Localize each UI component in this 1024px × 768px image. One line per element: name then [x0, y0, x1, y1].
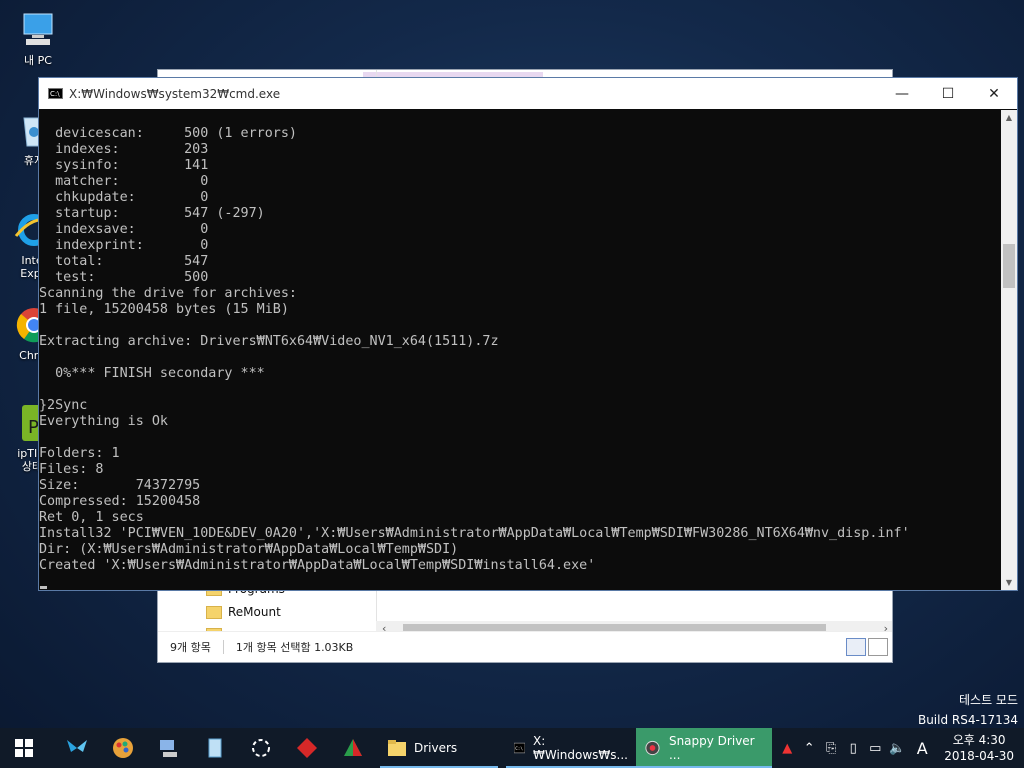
snappy-driver-icon — [645, 740, 660, 756]
console-line: test: 500 — [39, 270, 209, 285]
show-hidden-icons-icon[interactable]: ⌃ — [801, 741, 817, 756]
console-line: Extracting archive: Drivers₩NT6x64₩Video… — [39, 334, 499, 349]
cmd-icon: C:\ — [48, 88, 63, 99]
console-line: Dir: (X:₩Users₩Administrator₩AppData₩Loc… — [39, 542, 459, 557]
cmd-titlebar[interactable]: C:\ X:₩Windows₩system32₩cmd.exe — ☐ ✕ — [39, 78, 1017, 109]
console-line: Ret 0, 1 secs — [39, 510, 144, 525]
console-line: Folders: 1 — [39, 446, 120, 461]
window-title: X:₩Windows₩system32₩cmd.exe — [69, 86, 281, 101]
clock-time: 오후 4:30 — [952, 733, 1006, 747]
pinned-app-5[interactable] — [238, 728, 284, 768]
watermark-line1: 테스트 모드 — [958, 693, 1018, 707]
svg-text:C:\: C:\ — [515, 746, 523, 752]
nav-item-label: ReMount — [228, 605, 281, 619]
pinned-app-6[interactable] — [284, 728, 330, 768]
details-view-button[interactable] — [846, 638, 866, 656]
explorer-status-bar: 9개 항목 1개 항목 선택함 1.03KB — [158, 631, 892, 662]
tray-app-icon[interactable]: ▲ — [779, 741, 795, 756]
start-button[interactable] — [0, 728, 48, 768]
cmd-icon: C:\ — [514, 742, 525, 754]
computer-icon — [18, 10, 58, 50]
taskbar-app-label: Snappy Driver ... — [668, 734, 755, 762]
taskbar-app-label: X:₩Windows₩s... — [533, 734, 628, 762]
system-tray: ▲ ⌃ ⎘ ▯ ▭ 🔈 A 오후 4:30 2018-04-30 — [776, 728, 1024, 768]
taskbar: Drivers C:\ X:₩Windows₩s... Snappy Drive… — [0, 728, 1024, 768]
close-icon: ✕ — [988, 85, 1000, 102]
folder-icon — [206, 605, 222, 619]
notepad-icon — [208, 738, 222, 758]
usb-icon[interactable]: ⎘ — [823, 741, 839, 756]
console-line: devicescan: 500 (1 errors) — [39, 126, 297, 141]
console-line: Scanning the drive for archives: — [39, 286, 297, 301]
colorful-app-icon — [344, 739, 362, 756]
network-icon[interactable]: ▭ — [867, 741, 883, 756]
console-line: Install32 'PCI₩VEN_10DE&DEV_0A20','X:₩Us… — [39, 526, 910, 541]
test-mode-watermark: 테스트 모드 Build RS4-17134 — [918, 690, 1018, 730]
console-line: Size: 74372795 — [39, 478, 201, 493]
battery-icon[interactable]: ▯ — [845, 741, 861, 756]
console-line: startup: 547 (-297) — [39, 206, 265, 221]
console-line: }2Sync — [39, 398, 88, 413]
console-line: Created 'X:₩Users₩Administrator₩AppData₩… — [39, 558, 596, 573]
volume-icon[interactable]: 🔈 — [889, 741, 905, 756]
console-line: Compressed: 15200458 — [39, 494, 201, 509]
console-line: indexsave: 0 — [39, 222, 209, 237]
console-line: indexes: 203 — [39, 142, 209, 157]
console-line: Everything is Ok — [39, 414, 168, 429]
item-count: 9개 항목 — [170, 641, 211, 654]
maximize-button[interactable]: ☐ — [925, 78, 971, 109]
console-output[interactable]: devicescan: 500 (1 errors) indexes: 203 … — [39, 110, 1001, 590]
maximize-icon: ☐ — [941, 85, 955, 102]
minimize-icon: — — [895, 85, 909, 102]
ime-indicator[interactable]: A — [914, 739, 930, 758]
pinned-app-7[interactable] — [330, 728, 376, 768]
large-icons-view-button[interactable] — [868, 638, 888, 656]
pinned-app-1[interactable] — [54, 728, 100, 768]
taskbar-snappy-driver[interactable]: Snappy Driver ... — [636, 728, 772, 768]
console-line: total: 547 — [39, 254, 209, 269]
pinned-app-4[interactable] — [192, 728, 238, 768]
scrollbar-thumb[interactable] — [1003, 244, 1015, 288]
console-line: 0%*** FINISH secondary *** — [39, 366, 265, 381]
taskbar-explorer-drivers[interactable]: Drivers — [380, 728, 498, 768]
paint-icon — [113, 738, 133, 758]
butterfly-icon — [67, 740, 87, 752]
red-diamond-icon — [297, 738, 317, 758]
watermark-line2: Build RS4-17134 — [917, 713, 1018, 727]
pinned-app-2[interactable] — [100, 728, 146, 768]
console-cursor — [40, 586, 47, 589]
minimize-button[interactable]: — — [879, 78, 925, 109]
console-line: 1 file, 15200458 bytes (15 MiB) — [39, 302, 289, 317]
cmd-window[interactable]: C:\ X:₩Windows₩system32₩cmd.exe — ☐ ✕ de… — [38, 77, 1018, 591]
console-line: Files: 8 — [39, 462, 104, 477]
pinned-app-3[interactable] — [146, 728, 192, 768]
close-button[interactable]: ✕ — [971, 78, 1017, 109]
desktop-icon-label: 내 PC — [24, 54, 52, 67]
selection-info: 1개 항목 선택함 1.03KB — [235, 641, 354, 654]
capture-icon — [252, 739, 270, 757]
clock-date: 2018-04-30 — [944, 749, 1014, 763]
view-toggle — [846, 638, 888, 656]
console-line: chkupdate: 0 — [39, 190, 209, 205]
taskbar-app-label: Drivers — [414, 741, 458, 755]
console-line: sysinfo: 141 — [39, 158, 209, 173]
desktop-icon-my-pc[interactable]: 내 PC — [10, 10, 66, 67]
console-line: matcher: 0 — [39, 174, 209, 189]
scroll-down-icon[interactable]: ▼ — [1001, 578, 1017, 587]
scroll-up-icon[interactable]: ▲ — [1001, 113, 1017, 122]
windows-logo-icon — [15, 739, 33, 757]
folder-icon — [388, 740, 406, 756]
clock[interactable]: 오후 4:30 2018-04-30 — [944, 732, 1014, 764]
console-line: indexprint: 0 — [39, 238, 209, 253]
taskbar-cmd[interactable]: C:\ X:₩Windows₩s... — [506, 728, 636, 768]
nav-item-remount[interactable]: ReMount — [206, 605, 281, 619]
network-computer-icon — [160, 740, 177, 757]
cmd-scrollbar[interactable]: ▲ ▼ — [1001, 110, 1017, 590]
